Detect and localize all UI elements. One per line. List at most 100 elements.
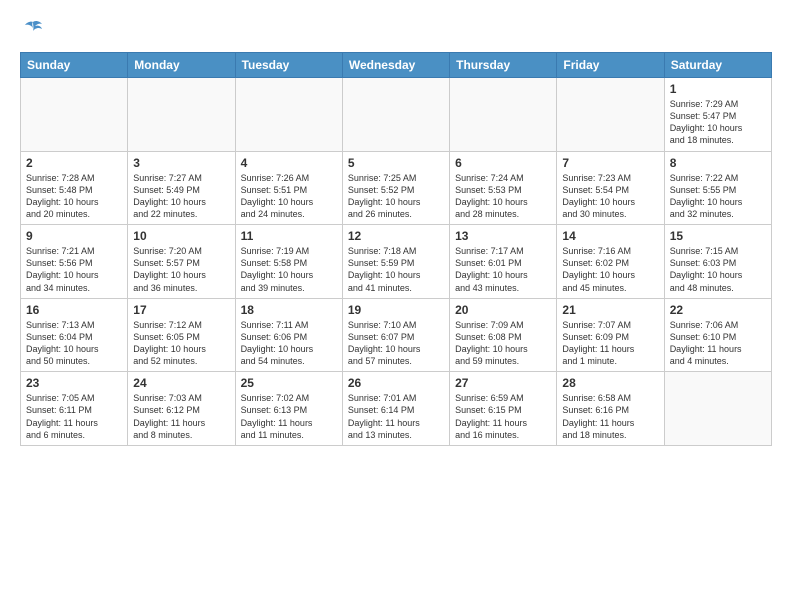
weekday-header-wednesday: Wednesday [342,53,449,78]
weekday-header-thursday: Thursday [450,53,557,78]
day-number: 9 [26,229,122,243]
day-info: Sunrise: 7:06 AM Sunset: 6:10 PM Dayligh… [670,319,766,368]
calendar-cell [128,78,235,152]
week-row-3: 9 Sunrise: 7:21 AM Sunset: 5:56 PM Daylig… [21,225,772,299]
calendar-cell: 3 Sunrise: 7:27 AM Sunset: 5:49 PM Daylig… [128,151,235,225]
calendar-cell: 8 Sunrise: 7:22 AM Sunset: 5:55 PM Daylig… [664,151,771,225]
day-info: Sunrise: 7:07 AM Sunset: 6:09 PM Dayligh… [562,319,658,368]
calendar-cell [21,78,128,152]
calendar-cell: 10 Sunrise: 7:20 AM Sunset: 5:57 PM Dayli… [128,225,235,299]
day-number: 24 [133,376,229,390]
day-number: 7 [562,156,658,170]
day-info: Sunrise: 7:18 AM Sunset: 5:59 PM Dayligh… [348,245,444,294]
day-number: 14 [562,229,658,243]
calendar-cell: 28 Sunrise: 6:58 AM Sunset: 6:16 PM Dayli… [557,372,664,446]
day-info: Sunrise: 6:59 AM Sunset: 6:15 PM Dayligh… [455,392,551,441]
day-info: Sunrise: 7:21 AM Sunset: 5:56 PM Dayligh… [26,245,122,294]
day-number: 21 [562,303,658,317]
calendar-cell: 17 Sunrise: 7:12 AM Sunset: 6:05 PM Dayli… [128,298,235,372]
calendar-cell: 4 Sunrise: 7:26 AM Sunset: 5:51 PM Daylig… [235,151,342,225]
day-info: Sunrise: 7:01 AM Sunset: 6:14 PM Dayligh… [348,392,444,441]
day-info: Sunrise: 7:26 AM Sunset: 5:51 PM Dayligh… [241,172,337,221]
calendar-cell: 26 Sunrise: 7:01 AM Sunset: 6:14 PM Dayli… [342,372,449,446]
day-info: Sunrise: 7:13 AM Sunset: 6:04 PM Dayligh… [26,319,122,368]
weekday-header-monday: Monday [128,53,235,78]
calendar-cell [342,78,449,152]
day-number: 23 [26,376,122,390]
day-number: 8 [670,156,766,170]
calendar-cell: 24 Sunrise: 7:03 AM Sunset: 6:12 PM Dayli… [128,372,235,446]
weekday-header-saturday: Saturday [664,53,771,78]
day-number: 27 [455,376,551,390]
day-number: 1 [670,82,766,96]
weekday-header-tuesday: Tuesday [235,53,342,78]
week-row-4: 16 Sunrise: 7:13 AM Sunset: 6:04 PM Dayli… [21,298,772,372]
day-info: Sunrise: 7:25 AM Sunset: 5:52 PM Dayligh… [348,172,444,221]
calendar-cell: 20 Sunrise: 7:09 AM Sunset: 6:08 PM Dayli… [450,298,557,372]
calendar-cell: 11 Sunrise: 7:19 AM Sunset: 5:58 PM Dayli… [235,225,342,299]
day-info: Sunrise: 6:58 AM Sunset: 6:16 PM Dayligh… [562,392,658,441]
calendar-cell: 9 Sunrise: 7:21 AM Sunset: 5:56 PM Daylig… [21,225,128,299]
calendar-cell [664,372,771,446]
calendar-cell: 1 Sunrise: 7:29 AM Sunset: 5:47 PM Daylig… [664,78,771,152]
calendar-cell: 19 Sunrise: 7:10 AM Sunset: 6:07 PM Dayli… [342,298,449,372]
weekday-header-friday: Friday [557,53,664,78]
calendar-cell: 14 Sunrise: 7:16 AM Sunset: 6:02 PM Dayli… [557,225,664,299]
day-number: 18 [241,303,337,317]
day-info: Sunrise: 7:22 AM Sunset: 5:55 PM Dayligh… [670,172,766,221]
day-info: Sunrise: 7:05 AM Sunset: 6:11 PM Dayligh… [26,392,122,441]
calendar-cell [450,78,557,152]
calendar-cell: 15 Sunrise: 7:15 AM Sunset: 6:03 PM Dayli… [664,225,771,299]
calendar-cell: 21 Sunrise: 7:07 AM Sunset: 6:09 PM Dayli… [557,298,664,372]
day-info: Sunrise: 7:16 AM Sunset: 6:02 PM Dayligh… [562,245,658,294]
week-row-1: 1 Sunrise: 7:29 AM Sunset: 5:47 PM Daylig… [21,78,772,152]
logo [20,18,44,40]
header [20,18,772,40]
day-info: Sunrise: 7:19 AM Sunset: 5:58 PM Dayligh… [241,245,337,294]
day-info: Sunrise: 7:17 AM Sunset: 6:01 PM Dayligh… [455,245,551,294]
day-number: 26 [348,376,444,390]
day-number: 6 [455,156,551,170]
day-number: 5 [348,156,444,170]
day-number: 12 [348,229,444,243]
day-number: 17 [133,303,229,317]
calendar-cell: 23 Sunrise: 7:05 AM Sunset: 6:11 PM Dayli… [21,372,128,446]
day-info: Sunrise: 7:02 AM Sunset: 6:13 PM Dayligh… [241,392,337,441]
calendar-cell: 27 Sunrise: 6:59 AM Sunset: 6:15 PM Dayli… [450,372,557,446]
day-number: 3 [133,156,229,170]
day-number: 19 [348,303,444,317]
day-info: Sunrise: 7:09 AM Sunset: 6:08 PM Dayligh… [455,319,551,368]
day-number: 10 [133,229,229,243]
calendar-cell: 2Sunrise: 7:28 AM Sunset: 5:48 PM Daylig… [21,151,128,225]
day-info: Sunrise: 7:27 AM Sunset: 5:49 PM Dayligh… [133,172,229,221]
week-row-2: 2Sunrise: 7:28 AM Sunset: 5:48 PM Daylig… [21,151,772,225]
week-row-5: 23 Sunrise: 7:05 AM Sunset: 6:11 PM Dayli… [21,372,772,446]
day-info: Sunrise: 7:29 AM Sunset: 5:47 PM Dayligh… [670,98,766,147]
day-info: Sunrise: 7:23 AM Sunset: 5:54 PM Dayligh… [562,172,658,221]
day-number: 22 [670,303,766,317]
day-number: 4 [241,156,337,170]
calendar-cell: 18Sunrise: 7:11 AM Sunset: 6:06 PM Dayli… [235,298,342,372]
calendar-cell: 5 Sunrise: 7:25 AM Sunset: 5:52 PM Daylig… [342,151,449,225]
day-info: Sunrise: 7:20 AM Sunset: 5:57 PM Dayligh… [133,245,229,294]
day-info: Sunrise: 7:28 AM Sunset: 5:48 PM Dayligh… [26,172,122,221]
day-info: Sunrise: 7:10 AM Sunset: 6:07 PM Dayligh… [348,319,444,368]
calendar-cell: 16 Sunrise: 7:13 AM Sunset: 6:04 PM Dayli… [21,298,128,372]
calendar-cell: 12 Sunrise: 7:18 AM Sunset: 5:59 PM Dayli… [342,225,449,299]
weekday-header-row: SundayMondayTuesdayWednesdayThursdayFrid… [21,53,772,78]
calendar-cell: 13Sunrise: 7:17 AM Sunset: 6:01 PM Dayli… [450,225,557,299]
calendar-cell: 22 Sunrise: 7:06 AM Sunset: 6:10 PM Dayli… [664,298,771,372]
day-info: Sunrise: 7:15 AM Sunset: 6:03 PM Dayligh… [670,245,766,294]
day-number: 16 [26,303,122,317]
weekday-header-sunday: Sunday [21,53,128,78]
day-number: 15 [670,229,766,243]
calendar-cell [557,78,664,152]
day-number: 11 [241,229,337,243]
day-number: 25 [241,376,337,390]
day-info: Sunrise: 7:03 AM Sunset: 6:12 PM Dayligh… [133,392,229,441]
day-info: Sunrise: 7:12 AM Sunset: 6:05 PM Dayligh… [133,319,229,368]
calendar-cell: 6Sunrise: 7:24 AM Sunset: 5:53 PM Daylig… [450,151,557,225]
calendar-table: SundayMondayTuesdayWednesdayThursdayFrid… [20,52,772,446]
day-number: 28 [562,376,658,390]
day-number: 20 [455,303,551,317]
